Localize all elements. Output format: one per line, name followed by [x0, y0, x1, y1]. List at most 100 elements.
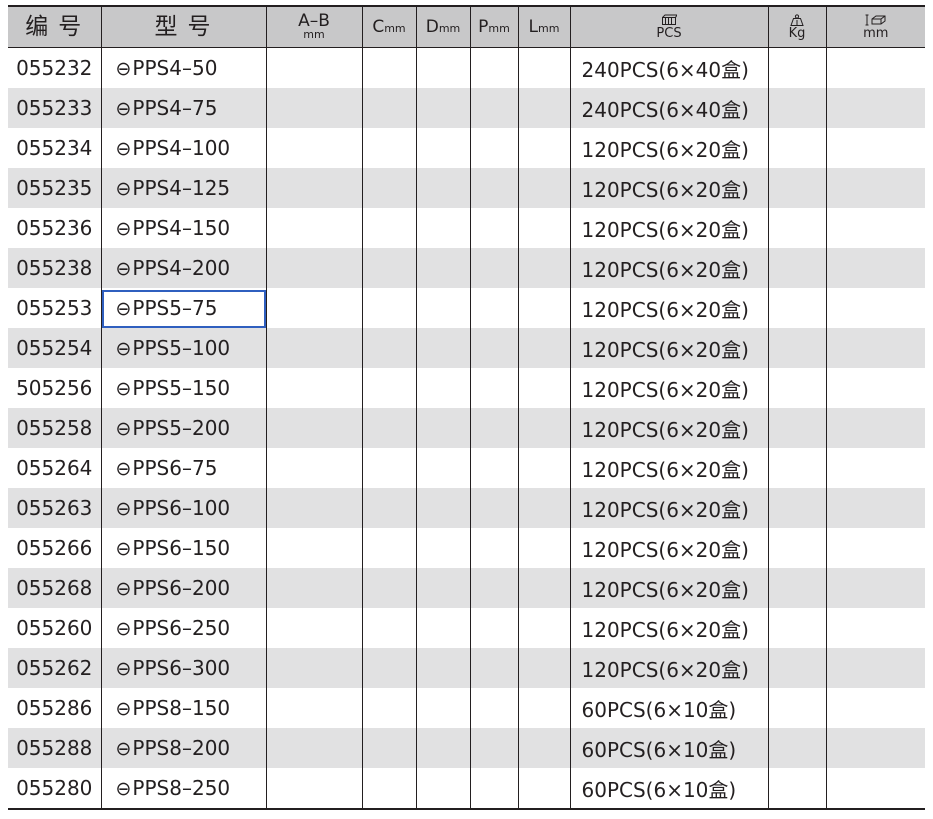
model-label: PPS4–150 — [132, 216, 231, 240]
cell-model[interactable]: ⊖PPS5–200 — [100, 408, 266, 448]
slotted-tip-icon: ⊖ — [115, 658, 132, 680]
cell-p — [469, 128, 518, 168]
cell-size — [825, 568, 925, 608]
cell-c — [361, 47, 416, 88]
cell-code: 055236 — [16, 216, 93, 240]
cell-model[interactable]: ⊖PPS8–250 — [100, 768, 266, 810]
cell-model[interactable]: ⊖PPS4–50 — [100, 47, 266, 88]
cell-d — [415, 408, 470, 448]
slotted-tip-icon: ⊖ — [115, 98, 132, 120]
cell-pcs: 240PCS(6×40盒) — [569, 47, 768, 88]
cell-size — [825, 47, 925, 88]
cell-ab — [265, 728, 362, 768]
header-pcs: PCS — [569, 5, 768, 48]
cell-model[interactable]: ⊖PPS4–200 — [100, 248, 266, 288]
table-row: 055280 ⊖PPS8–250 60PCS(6×10盒) — [8, 768, 925, 810]
cell-model[interactable]: ⊖PPS4–100 — [100, 128, 266, 168]
cell-d — [415, 568, 470, 608]
cell-c — [361, 128, 416, 168]
cell-c — [361, 168, 416, 208]
header-kg-label: Kg — [788, 26, 806, 41]
cell-d — [415, 488, 470, 528]
cell-kg — [767, 408, 826, 448]
header-c-unit: mm — [384, 21, 406, 35]
cell-d — [415, 168, 470, 208]
header-model: 型号 — [100, 5, 266, 48]
table-row: 055268 ⊖PPS6–200 120PCS(6×20盒) — [8, 568, 925, 608]
cell-code: 505256 — [16, 376, 93, 400]
cell-code: 055288 — [8, 728, 101, 768]
header-ab: A–B mm — [265, 5, 362, 48]
cell-model[interactable]: ⊖PPS6–300 — [100, 648, 266, 688]
slotted-tip-icon: ⊖ — [115, 738, 132, 760]
cell-model[interactable]: ⊖PPS8–150 — [100, 688, 266, 728]
header-p: Pmm — [469, 5, 518, 48]
slotted-tip-icon: ⊖ — [115, 218, 132, 240]
cell-l — [517, 248, 570, 288]
slotted-tip-icon: ⊖ — [115, 58, 132, 80]
cell-kg — [767, 648, 826, 688]
cell-ab — [265, 128, 362, 168]
cell-size — [825, 608, 925, 648]
slotted-tip-icon: ⊖ — [115, 538, 132, 560]
cell-kg — [767, 768, 826, 810]
model-label: PPS5–200 — [132, 416, 231, 440]
cell-model[interactable]: ⊖PPS4–125 — [100, 168, 266, 208]
cell-kg — [767, 248, 826, 288]
cell-model[interactable]: ⊖PPS5–75 — [100, 288, 266, 328]
header-d-label: D — [425, 16, 439, 37]
cell-model[interactable]: ⊖PPS6–200 — [100, 568, 266, 608]
cell-d — [415, 288, 470, 328]
carton-size-icon — [865, 14, 886, 26]
header-l-label: L — [528, 16, 539, 37]
cell-pcs: 240PCS(6×40盒) — [569, 88, 768, 128]
cell-c — [361, 568, 416, 608]
cell-l — [517, 47, 570, 88]
cell-size — [825, 208, 925, 248]
cell-kg — [767, 288, 826, 328]
cell-pcs: 120PCS(6×20盒) — [569, 288, 768, 328]
cell-p — [469, 528, 518, 568]
cell-d — [415, 608, 470, 648]
header-size: mm — [825, 5, 925, 48]
cell-pcs: 60PCS(6×10盒) — [569, 728, 768, 768]
cell-pcs: 120PCS(6×20盒) — [569, 368, 768, 408]
cell-model[interactable]: ⊖PPS5–100 — [100, 328, 266, 368]
cell-p — [469, 368, 518, 408]
cell-l — [517, 728, 570, 768]
slotted-tip-icon: ⊖ — [115, 418, 132, 440]
cell-ab — [265, 448, 362, 488]
weight-icon — [790, 14, 804, 26]
cell-p — [469, 568, 518, 608]
cell-ab — [265, 528, 362, 568]
cell-c — [361, 448, 416, 488]
cell-ab — [265, 408, 362, 448]
cell-pcs: 120PCS(6×20盒) — [569, 528, 768, 568]
cell-model[interactable]: ⊖PPS4–150 — [100, 208, 266, 248]
cell-model[interactable]: ⊖PPS6–100 — [100, 488, 266, 528]
model-label: PPS8–200 — [132, 736, 231, 760]
cell-model[interactable]: ⊖PPS4–75 — [100, 88, 266, 128]
cell-d — [415, 208, 470, 248]
slotted-tip-icon: ⊖ — [115, 298, 132, 320]
table-row: 055263 ⊖PPS6–100 120PCS(6×20盒) — [8, 488, 925, 528]
cell-code: 055233 — [8, 88, 101, 128]
cell-l — [517, 608, 570, 648]
cell-pcs: 120PCS(6×20盒) — [569, 608, 768, 648]
cell-pcs: 120PCS(6×20盒) — [569, 328, 768, 368]
cell-model[interactable]: ⊖PPS6–75 — [100, 448, 266, 488]
cell-p — [469, 328, 518, 368]
cell-model[interactable]: ⊖PPS6–150 — [100, 528, 266, 568]
cell-size — [825, 128, 925, 168]
header-c: Cmm — [361, 5, 416, 48]
table-row: 055254 ⊖PPS5–100 120PCS(6×20盒) — [8, 328, 925, 368]
cell-pcs: 120PCS(6×20盒) — [569, 568, 768, 608]
cell-model[interactable]: ⊖PPS8–200 — [100, 728, 266, 768]
cell-size — [825, 648, 925, 688]
cell-d — [415, 128, 470, 168]
cell-model[interactable]: ⊖PPS5–150 — [100, 368, 266, 408]
cell-model[interactable]: ⊖PPS6–250 — [100, 608, 266, 648]
cell-size — [825, 488, 925, 528]
cell-pcs: 120PCS(6×20盒) — [569, 208, 768, 248]
cell-kg — [767, 208, 826, 248]
